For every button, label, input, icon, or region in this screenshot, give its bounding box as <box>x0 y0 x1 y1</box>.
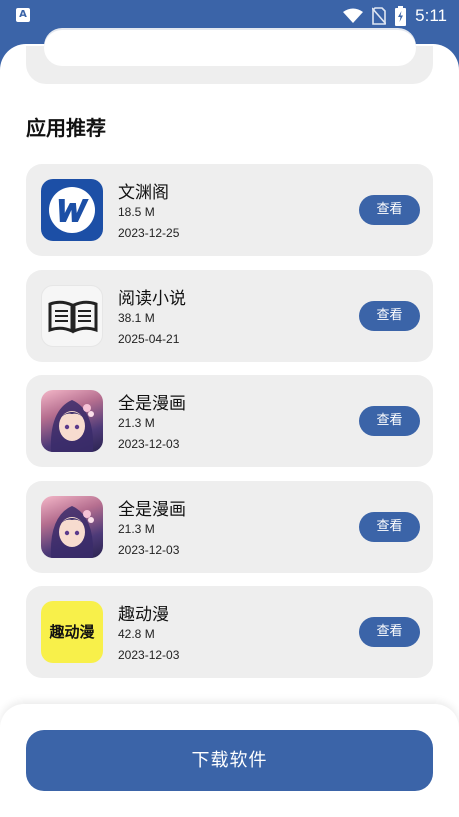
anime-girl-icon <box>41 496 103 558</box>
status-time: 5:11 <box>415 6 447 25</box>
app-date: 2023-12-03 <box>118 648 180 662</box>
section-title: 应用推荐 <box>26 116 106 140</box>
anime-girl-icon <box>41 390 103 452</box>
open-book-icon <box>41 285 103 347</box>
notification-a-icon: A <box>16 8 30 22</box>
app-name: 全是漫画 <box>118 500 186 520</box>
app-size: 21.3 M <box>118 416 155 430</box>
qudongman-logo-text: 趣动漫 <box>49 623 95 641</box>
view-button[interactable]: 查看 <box>359 512 420 542</box>
qudongman-icon: 趣动漫 <box>41 601 103 663</box>
app-date: 2025-04-21 <box>118 332 180 346</box>
view-button[interactable]: 查看 <box>359 617 420 647</box>
app-name: 文渊阁 <box>118 183 169 203</box>
app-date: 2023-12-03 <box>118 543 180 557</box>
app-size: 18.5 M <box>118 205 155 219</box>
app-size: 21.3 M <box>118 522 155 536</box>
app-name: 趣动漫 <box>118 605 169 625</box>
app-size: 38.1 M <box>118 311 155 325</box>
top-search-pill[interactable] <box>44 30 416 66</box>
wenyuange-icon <box>41 179 103 241</box>
app-date: 2023-12-25 <box>118 226 180 240</box>
view-button[interactable]: 查看 <box>359 406 420 436</box>
status-bar: A 5:11 <box>0 0 459 32</box>
app-date: 2023-12-03 <box>118 437 180 451</box>
bottom-panel: 下载软件 <box>0 704 459 817</box>
status-icons: 5:11 <box>343 4 447 28</box>
view-button[interactable]: 查看 <box>359 195 420 225</box>
app-card[interactable]: 文渊阁 18.5 M 2023-12-25 查看 <box>26 164 433 256</box>
wifi-icon <box>343 8 364 23</box>
app-card[interactable]: 阅读小说 38.1 M 2025-04-21 查看 <box>26 270 433 362</box>
no-sim-icon <box>372 7 387 25</box>
app-name: 全是漫画 <box>118 394 186 414</box>
app-card[interactable]: 全是漫画 21.3 M 2023-12-03 查看 <box>26 481 433 573</box>
app-card[interactable]: 全是漫画 21.3 M 2023-12-03 查看 <box>26 375 433 467</box>
app-card[interactable]: 趣动漫 趣动漫 42.8 M 2023-12-03 查看 <box>26 586 433 678</box>
app-name: 阅读小说 <box>118 289 186 309</box>
battery-charging-icon <box>395 6 407 26</box>
app-size: 42.8 M <box>118 627 155 641</box>
download-button[interactable]: 下载软件 <box>26 730 433 791</box>
view-button[interactable]: 查看 <box>359 301 420 331</box>
